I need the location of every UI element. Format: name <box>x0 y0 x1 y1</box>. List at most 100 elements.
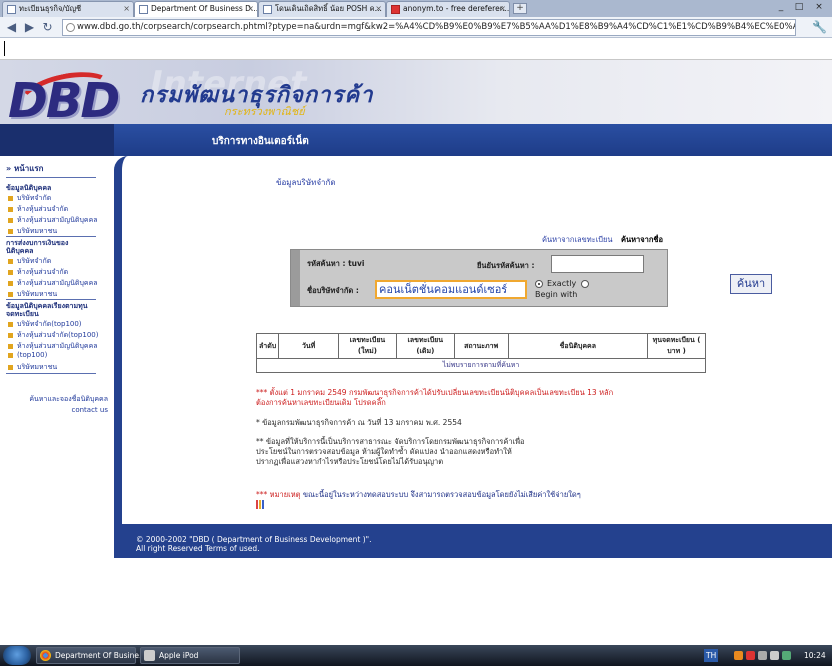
reserve-name-link[interactable]: ค้นหาและจองชื่อนิติบุคคล <box>10 394 108 404</box>
maximize-icon[interactable]: □ <box>792 2 806 13</box>
text-input-bar[interactable] <box>0 38 832 60</box>
col-regno-new: เลขทะเบียน (ใหม่) <box>338 333 397 359</box>
close-icon[interactable]: × <box>499 2 506 16</box>
note-prefix: *** หมายเหตุ <box>256 490 301 499</box>
reload-icon[interactable]: ↻ <box>40 20 55 35</box>
contact-us-link[interactable]: contact us <box>10 405 108 415</box>
results-table: ลำดับ วันที่ เลขทะเบียน (ใหม่) เลขทะเบีย… <box>255 333 706 373</box>
sidebar-item[interactable]: บริษัทจำกัด <box>8 257 51 266</box>
note-line: ** ข้อมูลที่ให้บริการนี้เป็นบริการสาธารณ… <box>256 437 525 446</box>
band-title: บริการทางอินเตอร์เน็ต <box>212 136 309 147</box>
browser-tab[interactable]: โดนเดินเถิดสิทธิ์ น้อย POSH ค... × <box>258 1 386 17</box>
sidebar-item[interactable]: บริษัทมหาชน <box>8 227 57 236</box>
tab-search-by-name[interactable]: ค้นหาจากชื่อ <box>621 235 663 244</box>
copyright-text: © 2000-2002 "DBD ( Department of Busines… <box>136 535 371 553</box>
main-content: ข้อมูลบริษัทจำกัด ค้นหาจากเลขทะเบียน ค้น… <box>114 156 832 524</box>
web-page: Internet DBD กรมพัฒนาธุรกิจการค้า กระทรว… <box>0 60 832 645</box>
begin-with-radio[interactable] <box>581 280 589 288</box>
sidebar-home-link[interactable]: » หน้าแรก <box>6 162 43 175</box>
col-company-name: ชื่อนิติบุคคล <box>507 333 649 359</box>
company-name-input[interactable]: คอนเน็ตชั่นคอมแอนด์เซอร์ <box>375 280 527 299</box>
note-line: ปรากฏเพื่อแสวงหากำไรหรือประโยชน์โดยไม่ได… <box>256 457 444 466</box>
new-tab-button[interactable]: + <box>513 3 527 14</box>
page-icon <box>391 5 400 14</box>
table-row: ไม่พบรายการตามที่ค้นหา <box>256 358 706 373</box>
taskbar-item-ipod[interactable]: Apple iPod <box>140 647 240 664</box>
note-line: *** ตั้งแต่ 1 มกราคม 2549 กรมพัฒนาธุรกิจ… <box>256 388 614 397</box>
col-status: สถานะภาพ <box>453 333 509 359</box>
search-panel: รหัสค้นหา : tuvi ยืนยันรหัสค้นหา : ชื่อบ… <box>290 249 772 307</box>
clock[interactable]: 10:24 <box>804 647 826 664</box>
col-regno-old: เลขทะเบียน (เดิม) <box>395 333 455 359</box>
stats-bars-icon <box>256 500 264 509</box>
start-button[interactable] <box>3 646 31 665</box>
tray-app-icon[interactable] <box>734 651 743 660</box>
sidebar-item[interactable]: บริษัทมหาชน <box>8 363 57 372</box>
taskbar-item-browser[interactable]: Department Of Busine... <box>36 647 146 664</box>
back-icon[interactable]: ◀ <box>4 20 19 35</box>
header-banner: Internet DBD กรมพัฒนาธุรกิจการค้า กระทรว… <box>0 60 832 124</box>
close-window-icon[interactable]: × <box>812 2 826 13</box>
ipod-icon <box>144 650 155 661</box>
tray-app-icon[interactable] <box>782 651 791 660</box>
tray-app-icon[interactable] <box>746 651 755 660</box>
url-text: www.dbd.go.th/corpsearch/corpsearch.phtm… <box>77 22 796 32</box>
captcha-confirm-label: ยืนยันรหัสค้นหา : <box>477 261 535 270</box>
text-caret <box>4 41 5 56</box>
address-bar[interactable]: www.dbd.go.th/corpsearch/corpsearch.phtm… <box>62 19 796 36</box>
sidebar-home-label: หน้าแรก <box>13 164 44 173</box>
minimize-icon[interactable]: _ <box>774 2 788 13</box>
note-regno-change: *** ตั้งแต่ 1 มกราคม 2549 กรมพัฒนาธุรกิจ… <box>256 388 656 408</box>
sidebar-item[interactable]: บริษัทจำกัด <box>8 194 51 203</box>
divider <box>6 373 96 374</box>
sidebar-group-heading: ข้อมูลนิติบุคคลเรียงตามทุน <box>6 302 88 310</box>
close-icon[interactable]: × <box>375 2 382 16</box>
band-left-cap <box>0 124 114 156</box>
close-icon[interactable]: × <box>247 2 254 16</box>
captcha-input[interactable] <box>551 255 644 273</box>
title-band: บริการทางอินเตอร์เน็ต <box>0 124 832 156</box>
sidebar-item-continued[interactable]: (top100) <box>8 351 47 360</box>
sidebar-item[interactable]: ห้างหุ้นส่วนจำกัด <box>8 205 68 214</box>
wrench-icon[interactable]: 🔧 <box>812 20 827 35</box>
copyright-line: All right Reserved Terms of used. <box>136 544 260 553</box>
network-icon[interactable] <box>758 651 767 660</box>
sidebar-group-heading: การส่งงบการเงินของ <box>6 239 69 247</box>
sidebar-item[interactable]: บริษัทจำกัด(top100) <box>8 320 82 329</box>
divider <box>6 177 96 178</box>
sidebar-item[interactable]: ห้างหุ้นส่วนจำกัด(top100) <box>8 331 98 340</box>
volume-icon[interactable] <box>770 651 779 660</box>
sidebar-group-heading: จดทะเบียน <box>6 310 39 318</box>
begin-with-label: Begin with <box>535 290 578 299</box>
note-data-date: * ข้อมูลกรมพัฒนาธุรกิจการค้า ณ วันที่ 13… <box>256 418 462 427</box>
close-icon[interactable]: × <box>123 2 130 16</box>
search-button[interactable]: ค้นหา <box>730 274 772 294</box>
footer-left <box>0 524 114 558</box>
browser-tab[interactable]: anonym.to - free dereferer... × <box>386 1 510 17</box>
system-tray: TH 10:24 <box>704 647 832 664</box>
col-date: วันที่ <box>278 333 339 359</box>
sidebar-item[interactable]: ห้างหุ้นส่วนสามัญนิติบุคคล <box>8 342 98 351</box>
sidebar-item[interactable]: ห้างหุ้นส่วนสามัญนิติบุคคล <box>8 216 98 225</box>
site-subtitle: กระทรวงพาณิชย์ <box>224 105 305 118</box>
language-indicator[interactable]: TH <box>704 649 719 662</box>
divider <box>6 236 96 237</box>
panel-grip <box>291 250 300 306</box>
browser-tab[interactable]: ทะเบียนธุรกิจ/บัญชี × <box>2 1 134 17</box>
browser-tab-active[interactable]: Department Of Business D... × <box>134 1 258 17</box>
tab-search-by-regno[interactable]: ค้นหาจากเลขทะเบียน <box>542 235 613 244</box>
note-line: ประโยชน์ในการตรวจสอบข้อมูล ห้ามผู้ใดทำซ้… <box>256 447 512 456</box>
exact-radio[interactable] <box>535 280 543 288</box>
divider <box>6 299 96 300</box>
old-regno-link[interactable]: ต้องการค้นหาเลขทะเบียนเดิม โปรดคลิ๊ก <box>256 398 656 408</box>
sidebar-item[interactable]: ห้างหุ้นส่วนจำกัด <box>8 268 68 277</box>
sidebar-item[interactable]: ห้างหุ้นส่วนสามัญนิติบุคคล <box>8 279 98 288</box>
globe-icon <box>66 23 75 32</box>
taskbar-item-label: Apple iPod <box>159 651 199 660</box>
company-info-link[interactable]: ข้อมูลบริษัทจำกัด <box>276 176 336 189</box>
sidebar-item[interactable]: บริษัทมหาชน <box>8 290 57 299</box>
dbd-logo[interactable]: DBD <box>8 73 120 124</box>
copyright-line: © 2000-2002 "DBD ( Department of Busines… <box>136 535 372 544</box>
sidebar: » หน้าแรก ข้อมูลนิติบุคคล บริษัทจำกัด ห้… <box>0 156 114 524</box>
forward-icon[interactable]: ▶ <box>22 20 37 35</box>
